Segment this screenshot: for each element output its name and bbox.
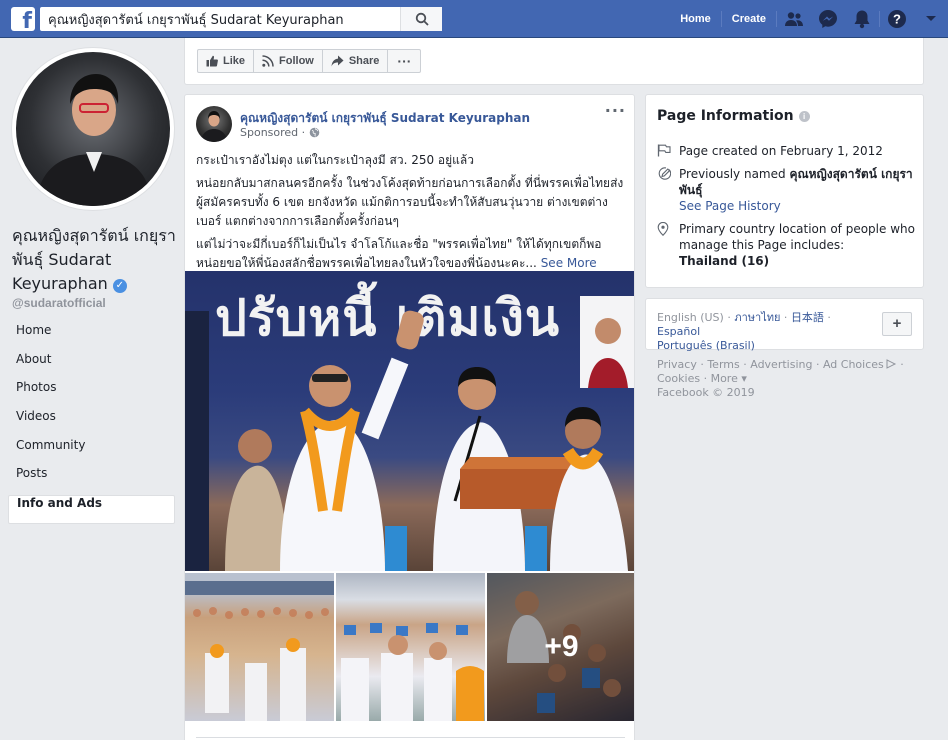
post-sponsored-label[interactable]: Sponsored · — [240, 126, 320, 139]
footer-cookies-link[interactable]: Cookies — [657, 372, 700, 385]
post-paragraph: แต่ไม่ว่าจะมีกี่เบอร์ก็ไม่เป็นไร จำโลโก้… — [196, 235, 626, 273]
nav-home-link[interactable]: Home — [670, 13, 721, 25]
friends-icon[interactable] — [777, 11, 811, 27]
page-actions-card: Like Follow Share ··· — [184, 38, 924, 85]
country-location-value: Thailand (16) — [679, 254, 770, 268]
language-selector-card: English (US) · ภาษาไทย · 日本語 · Español P… — [645, 298, 924, 352]
language-link-portuguese[interactable]: Português (Brasil) — [657, 339, 755, 352]
see-more-link[interactable]: See More — [541, 256, 597, 270]
language-list: English (US) · ภาษาไทย · 日本語 · Español P… — [657, 311, 831, 352]
ad-choices-icon — [886, 359, 896, 369]
language-link-japanese[interactable]: 日本語 — [791, 311, 824, 324]
left-nav-videos[interactable]: Videos — [8, 409, 175, 438]
language-current: English (US) — [657, 311, 724, 324]
footer-more-caret-icon: ▾ — [741, 372, 747, 385]
nav-create-link[interactable]: Create — [722, 13, 776, 25]
add-language-button[interactable]: + — [882, 312, 912, 336]
footer-advertising-link[interactable]: Advertising — [750, 358, 812, 371]
rss-follow-icon — [262, 55, 274, 67]
footer-ad-choices-label: Ad Choices — [822, 358, 884, 371]
search-icon — [415, 12, 429, 26]
post-main-photo[interactable]: ปรับหนี้ เติมเงิน — [185, 271, 634, 571]
sponsored-post: คุณหญิงสุดารัตน์ เกยุราพันธุ์ Sudarat Ke… — [184, 94, 635, 740]
left-nav-info-and-ads[interactable]: Info and Ads — [8, 495, 175, 524]
sponsored-text: Sponsored · — [240, 126, 306, 139]
help-icon[interactable]: ? — [880, 9, 914, 29]
follow-button[interactable]: Follow — [253, 49, 323, 73]
edit-pencil-icon — [657, 166, 679, 198]
country-location-description: Primary country location of people who m… — [679, 222, 915, 252]
left-nav-about[interactable]: About — [8, 352, 175, 381]
nav-right: Home Create ? — [670, 0, 948, 38]
country-location-text: Primary country location of people who m… — [679, 221, 919, 269]
post-options-button[interactable]: ··· — [605, 101, 626, 120]
follow-button-label: Follow — [279, 55, 314, 67]
post-photo-thumbnail[interactable]: +9 — [487, 573, 634, 721]
site-footer: Privacy · Terms · Advertising · Ad Choic… — [657, 358, 904, 399]
dropdown-icon[interactable] — [914, 15, 948, 23]
footer-copyright: Facebook © 2019 — [657, 386, 755, 399]
page-handle[interactable]: @sudaratofficial — [12, 296, 106, 310]
page-created-row: Page created on February 1, 2012 — [657, 143, 919, 161]
post-divider — [196, 737, 625, 738]
like-button-label: Like — [223, 55, 246, 67]
page-title[interactable]: คุณหญิงสุดารัตน์ เกยุราพันธุ์ Sudarat Ke… — [12, 224, 182, 296]
footer-more-link[interactable]: More ▾ — [711, 372, 747, 385]
left-nav-posts[interactable]: Posts — [8, 466, 175, 495]
see-page-history-link[interactable]: See Page History — [679, 198, 781, 214]
profile-photo — [16, 52, 170, 206]
post-paragraph: กระเป๋าเราอังไม่ตุง แต่ในกระเป๋าลุงมี สว… — [196, 153, 474, 167]
page-information-title: Page Information i — [657, 108, 810, 124]
search-input[interactable] — [40, 7, 400, 31]
svg-text:?: ? — [893, 12, 901, 27]
location-pin-icon — [657, 221, 679, 269]
previous-name-row: Previously named คุณหญิงสุดารัตน์ เกยุรา… — [657, 166, 919, 198]
footer-more-label: More — [710, 372, 738, 385]
left-nav-photos[interactable]: Photos — [8, 380, 175, 409]
profile-picture[interactable] — [12, 48, 174, 210]
search-button[interactable] — [400, 7, 442, 31]
more-actions-button[interactable]: ··· — [387, 49, 422, 73]
country-location-row: Primary country location of people who m… — [657, 221, 919, 269]
share-arrow-icon — [331, 55, 344, 67]
more-photos-overlay[interactable]: +9 — [487, 573, 634, 721]
top-navigation-bar: f Home Create ? — [0, 0, 948, 38]
previous-name-text: Previously named คุณหญิงสุดารัตน์ เกยุรา… — [679, 166, 919, 198]
verified-badge-icon: ✓ — [112, 279, 127, 293]
footer-terms-link[interactable]: Terms — [707, 358, 739, 371]
page-created-text: Page created on February 1, 2012 — [679, 144, 883, 158]
footer-ad-choices-link[interactable]: Ad Choices — [823, 358, 897, 371]
left-navigation: Home About Photos Videos Community Posts… — [8, 323, 175, 524]
see-history-row: See Page History — [679, 198, 941, 214]
post-body: กระเป๋าเราอังไม่ตุง แต่ในกระเป๋าลุงมี สว… — [196, 151, 626, 277]
post-paragraph: หน่อยกลับมาสกลนครอีกครั้ง ในช่วงโค้งสุดท… — [196, 176, 624, 228]
messenger-icon[interactable] — [811, 9, 845, 29]
page-information-heading: Page Information — [657, 108, 794, 124]
post-photo-thumbnail[interactable] — [336, 573, 485, 721]
notifications-icon[interactable] — [845, 9, 879, 29]
page-action-buttons: Like Follow Share ··· — [197, 49, 422, 73]
post-photo-thumbnail[interactable] — [185, 573, 334, 721]
share-button-label: Share — [348, 55, 380, 67]
share-button[interactable]: Share — [321, 49, 389, 73]
facebook-logo[interactable]: f — [11, 7, 35, 31]
language-link-spanish[interactable]: Español — [657, 325, 700, 338]
post-photo-grid: +9 — [185, 573, 634, 721]
language-link-thai[interactable]: ภาษาไทย — [734, 311, 780, 324]
previous-name-label: Previously named — [679, 167, 786, 181]
like-button[interactable]: Like — [197, 49, 255, 73]
info-icon[interactable]: i — [798, 110, 810, 122]
flag-icon — [657, 143, 679, 161]
globe-icon — [309, 127, 320, 138]
post-author-avatar[interactable] — [196, 106, 232, 142]
footer-privacy-link[interactable]: Privacy — [657, 358, 697, 371]
thumbs-up-icon — [206, 55, 218, 67]
left-nav-home[interactable]: Home — [8, 323, 175, 352]
page-information-card: Page Information i Page created on Febru… — [645, 94, 924, 288]
search-box — [40, 7, 442, 31]
left-nav-community[interactable]: Community — [8, 438, 175, 467]
